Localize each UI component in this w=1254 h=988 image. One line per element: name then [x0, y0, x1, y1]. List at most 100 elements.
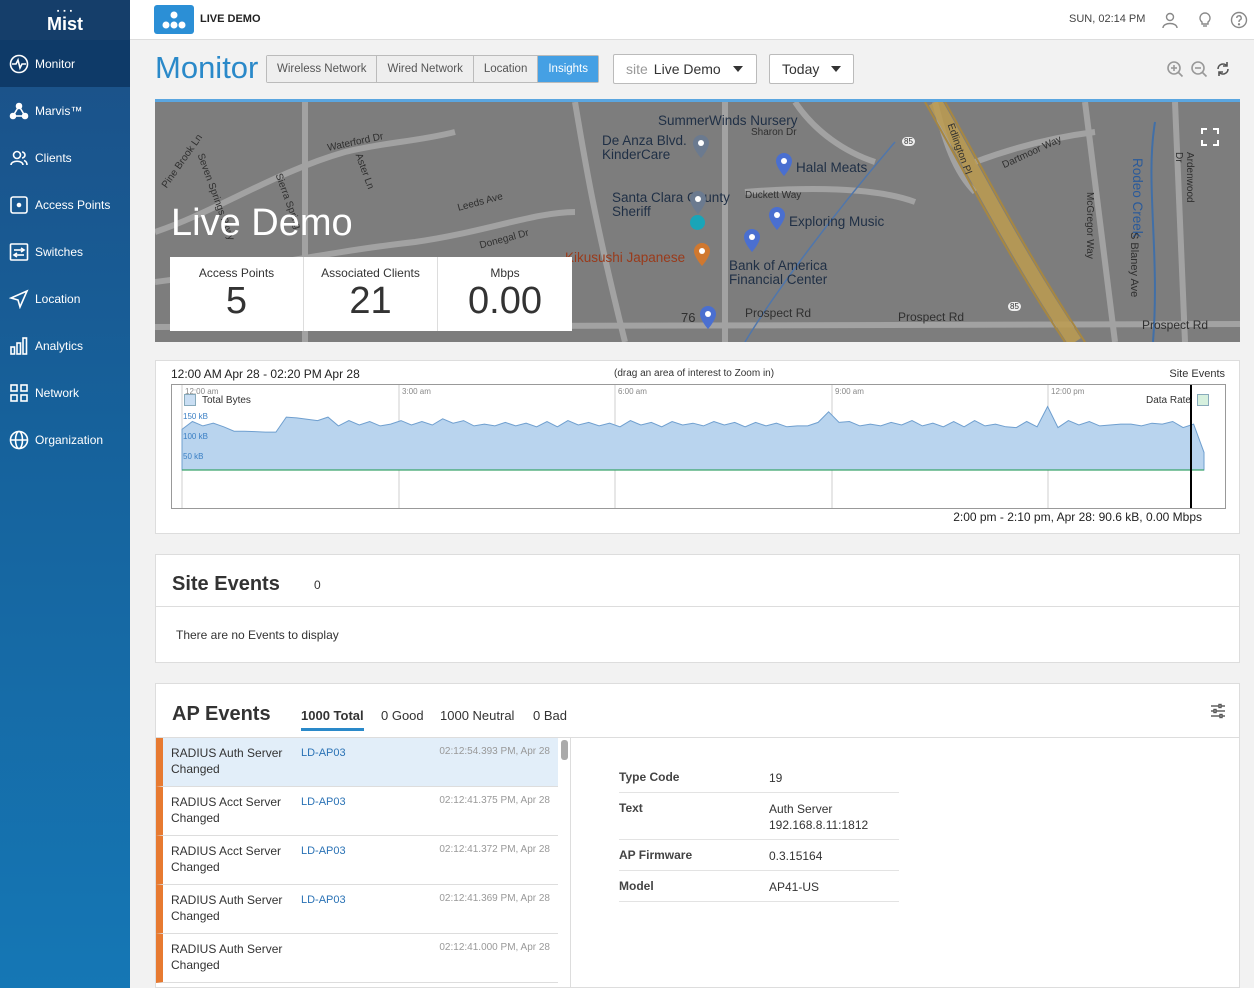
event-time: 02:12:41.369 PM, Apr 28 — [439, 893, 550, 904]
event-ap-link[interactable]: LD-AP03 — [301, 894, 346, 906]
monitor-tabs: Wireless Network Wired Network Location … — [266, 55, 599, 83]
x-tick-label: 9:00 am — [835, 387, 864, 396]
tab-wireless-network[interactable]: Wireless Network — [267, 56, 378, 82]
map-place: SummerWinds Nursery — [658, 113, 798, 128]
list-item[interactable]: RADIUS Auth Server Changed LD-AP03 02:12… — [156, 738, 558, 787]
sidebar-item-analytics[interactable]: Analytics — [0, 322, 130, 369]
stat-value: 0.00 — [468, 280, 542, 322]
list-scrollbar[interactable] — [561, 740, 568, 760]
sidebar-item-label: Switches — [35, 244, 84, 259]
map-place: Rodeo Creek — [1130, 158, 1145, 238]
stat-associated-clients[interactable]: Associated Clients 21 — [304, 257, 438, 331]
ap-tab-good[interactable]: 0 Good — [381, 708, 424, 728]
users-icon — [8, 147, 30, 169]
stat-value: 5 — [225, 280, 248, 322]
sidebar-item-access-points[interactable]: Access Points — [0, 181, 130, 228]
timeline-svg[interactable]: 12:00 am 3:00 am 6:00 am 9:00 am 12:00 pm150… — [172, 385, 1225, 508]
detail-value: AP41-US — [769, 880, 820, 894]
sidebar-item-clients[interactable]: Clients — [0, 134, 130, 181]
detail-value: 19 — [769, 771, 783, 785]
site-map[interactable]: SummerWinds Nursery De Anza Blvd. Kinder… — [155, 99, 1240, 342]
timeline-site-events-label[interactable]: Site Events — [1169, 368, 1225, 380]
detail-value: 0.3.15164 — [769, 849, 823, 863]
map-place: Santa Clara County Sheriff — [612, 190, 730, 219]
list-item[interactable]: RADIUS Acct Server Changed LD-AP03 02:12… — [156, 787, 558, 836]
zoom-in-icon[interactable] — [1166, 60, 1184, 78]
map-street: S Blaney Ave — [1128, 232, 1140, 298]
sidebar-item-label: Network — [35, 385, 80, 400]
map-pin-icon — [776, 153, 792, 176]
legend-label: Total Bytes — [202, 394, 251, 406]
event-ap-link[interactable]: LD-AP03 — [301, 845, 346, 857]
ap-events-panel: AP Events 1000 Total 0 Good 1000 Neutral… — [155, 683, 1240, 988]
event-name: RADIUS Acct Server Changed — [171, 844, 282, 874]
site-events-panel: Site Events 0 There are no Events to dis… — [155, 554, 1240, 663]
user-icon[interactable] — [1161, 11, 1179, 29]
event-name: RADIUS Auth Server Changed — [171, 746, 283, 776]
map-place: Bank of America Financial Center — [729, 258, 828, 287]
detail-row: Type Code 19 — [619, 762, 899, 793]
stat-mbps[interactable]: Mbps 0.00 — [438, 257, 572, 331]
series-area-total-bytes[interactable] — [181, 405, 1205, 471]
ap-tab-bad[interactable]: 0 Bad — [533, 708, 567, 728]
period-dropdown[interactable]: Today — [769, 54, 854, 84]
map-street: Prospect Rd — [745, 306, 812, 320]
stat-value: 21 — [349, 280, 392, 322]
detail-key: Type Code — [619, 770, 680, 784]
tab-insights[interactable]: Insights — [538, 56, 598, 82]
event-time: 02:12:41.000 PM, Apr 28 — [439, 942, 550, 953]
site-dropdown[interactable]: site Live Demo — [613, 54, 757, 84]
ap-events-title: AP Events — [172, 703, 271, 725]
refresh-icon[interactable] — [1214, 60, 1232, 78]
map-street: Sharon Dr — [751, 127, 797, 138]
zoom-out-icon[interactable] — [1190, 60, 1208, 78]
sidebar-item-label: Marvis™ — [35, 103, 83, 118]
sidebar-item-organization[interactable]: Organization — [0, 416, 130, 463]
map-place: Halal Meats — [796, 160, 868, 175]
event-time: 02:12:54.393 PM, Apr 28 — [439, 746, 550, 757]
chevron-down-icon — [732, 66, 743, 72]
clock: SUN, 02:14 PM — [1069, 13, 1146, 25]
map-pin-icon — [693, 135, 709, 158]
site-marker-icon[interactable] — [690, 215, 705, 230]
tab-location[interactable]: Location — [473, 56, 539, 82]
sidebar-item-location[interactable]: Location — [0, 275, 130, 322]
sidebar-item-monitor[interactable]: Monitor — [0, 40, 130, 87]
highway-shield: 85 — [1008, 302, 1021, 311]
event-detail: Type Code 19 Text Auth Server 192.168.8.… — [619, 762, 899, 902]
sidebar-item-label: Organization — [35, 432, 104, 447]
ap-tab-neutral[interactable]: 1000 Neutral — [440, 708, 514, 728]
detail-value: Auth Server 192.168.8.11:1812 — [769, 802, 869, 832]
site-events-title: Site Events — [172, 573, 280, 595]
map-place: Kikusushi Japanese — [565, 250, 686, 265]
list-item[interactable]: RADIUS Auth Server Changed LD-AP03 02:12… — [156, 885, 558, 934]
filter-settings-icon[interactable] — [1209, 702, 1227, 720]
event-ap-link[interactable]: LD-AP03 — [301, 747, 346, 759]
fullscreen-icon[interactable] — [1195, 122, 1225, 152]
legend-swatch — [1197, 394, 1209, 406]
site-name: Live Demo — [171, 202, 353, 244]
help-icon[interactable] — [1230, 11, 1248, 29]
event-ap-link[interactable]: LD-AP03 — [301, 796, 346, 808]
stat-access-points[interactable]: Access Points 5 — [170, 257, 304, 331]
map-pin-icon — [744, 229, 760, 252]
site-stats: Access Points 5 Associated Clients 21 Mb… — [170, 257, 572, 331]
sidebar-item-network[interactable]: Network — [0, 369, 130, 416]
sidebar-item-switches[interactable]: Switches — [0, 228, 130, 275]
site-events-empty-text: There are no Events to display — [176, 628, 339, 642]
page-title: Monitor — [155, 50, 259, 85]
tab-wired-network[interactable]: Wired Network — [377, 56, 474, 82]
org-badge[interactable] — [154, 5, 194, 34]
lightbulb-icon[interactable] — [1196, 11, 1214, 29]
mist-logo[interactable]: ▪ ▪ ▪ Mist — [0, 0, 130, 40]
list-item[interactable]: RADIUS Acct Server Changed LD-AP03 02:12… — [156, 836, 558, 885]
sidebar-item-marvis[interactable]: Marvis™ — [0, 87, 130, 134]
org-name[interactable]: LIVE DEMO — [200, 13, 261, 25]
legend-label: Data Rate — [1145, 394, 1191, 406]
list-item[interactable]: RADIUS Auth Server Changed 02:12:41.000 … — [156, 934, 558, 983]
timeline-chart[interactable]: 12:00 am 3:00 am 6:00 am 9:00 am 12:00 pm 150… — [171, 384, 1226, 509]
map-street: 76 — [681, 310, 696, 325]
stat-label: Mbps — [490, 266, 520, 280]
sidebar-item-label: Location — [35, 291, 81, 306]
ap-tab-total[interactable]: 1000 Total — [301, 708, 364, 731]
